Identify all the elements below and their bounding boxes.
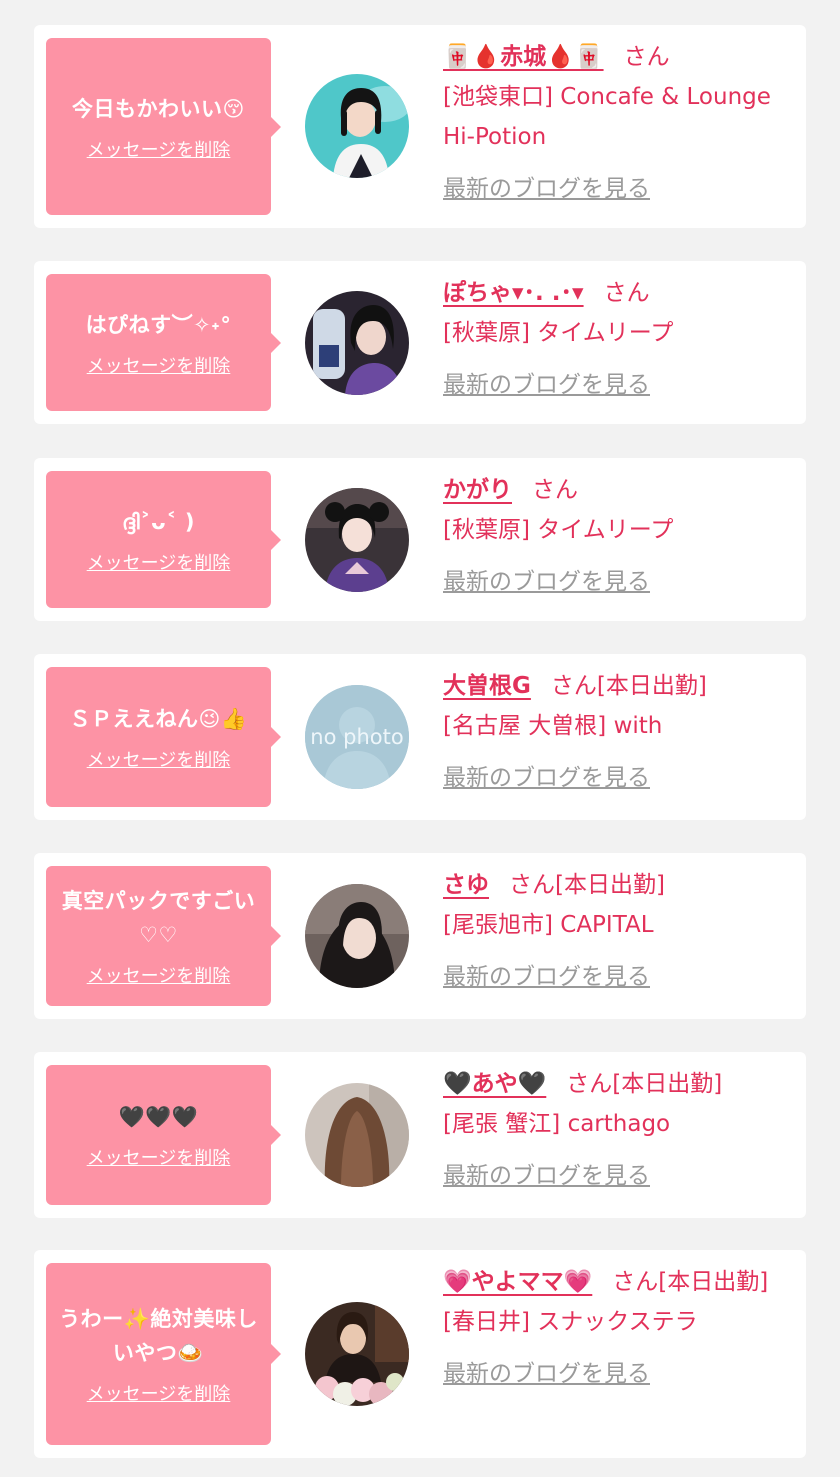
message-bubble: ദ്ദി˃ᴗ˂ ) メッセージを削除 [46,471,281,608]
message-card: うわー✨絶対美味しいやつ🍛 メッセージを削除 💗やよママ💗さん[本日出勤] [ [34,1250,806,1458]
girl-name-link[interactable]: 💗やよママ💗 [443,1269,592,1295]
latest-blog-link[interactable]: 最新のブログを見る [443,1354,650,1394]
status-label: [本日出勤] [658,1269,769,1295]
message-text: はぴねす︶✧˖° [85,312,232,337]
latest-blog-link[interactable]: 最新のブログを見る [443,1156,650,1196]
shop-name: [尾張 蟹江] carthago [443,1111,671,1137]
message-text: ＳＰええねん😉👍 [69,707,248,731]
message-text: 真空パックですごい♡♡ [61,889,256,947]
message-card: 🖤🖤🖤 メッセージを削除 🖤あや🖤 さん[本日出勤] [尾張 蟹江] cartha… [34,1052,806,1218]
shop-name: [秋葉原] タイムリープ [443,320,674,346]
avatar[interactable] [305,884,409,988]
status-label: [本日出勤] [612,1071,723,1097]
latest-blog-link[interactable]: 最新のブログを見る [443,957,650,997]
status-label: [本日出勤] [555,872,665,898]
name-line: さゆ さん[本日出勤] [443,865,793,905]
name-line: ぽちゃ▾･. .･▾ さん [443,273,793,313]
message-list: 今日もかわいい😚 メッセージを削除 🀄🩸赤城🩸🀄 さん [池袋東口] Concaf… [0,0,840,1477]
delete-message-link[interactable]: メッセージを削除 [87,549,231,575]
message-bubble: うわー✨絶対美味しいやつ🍛 メッセージを削除 [46,1263,281,1445]
shop-name: [春日井] スナックステラ [443,1309,698,1335]
message-card: ദ്ദി˃ᴗ˂ ) メッセージを削除 かがり さん [秋葉原] タイムリープ 最新… [34,458,806,621]
message-bubble: 🖤🖤🖤 メッセージを削除 [46,1065,281,1205]
avatar[interactable] [305,74,409,178]
shop-name: [尾張旭市] CAPITAL [443,912,654,938]
latest-blog-link[interactable]: 最新のブログを見る [443,562,650,602]
avatar[interactable] [305,488,409,592]
status-label: [本日出勤] [596,673,707,699]
girl-info: 💗やよママ💗 さん[本日出勤] [春日井] スナックステラ 最新のブログを見る [443,1262,793,1394]
message-text: 🖤🖤🖤 [118,1105,199,1129]
shop-name: [名古屋 大曽根] with [443,713,663,739]
name-line: 🖤あや🖤 さん[本日出勤] [443,1064,793,1104]
honorific: さん [603,280,650,306]
delete-message-link[interactable]: メッセージを削除 [87,746,231,772]
girl-name-link[interactable]: かがり [443,477,512,503]
honorific: さん [623,44,670,70]
girl-name-link[interactable]: ぽちゃ▾･. .･▾ [443,280,584,306]
message-card: ＳＰええねん😉👍 メッセージを削除 no photo 大曽根G さん[本日出勤] … [34,654,806,820]
avatar[interactable] [305,291,409,395]
girl-info: 🀄🩸赤城🩸🀄 さん [池袋東口] Concafe & Lounge Hi-Poti… [443,37,793,209]
message-bubble: はぴねす︶✧˖° メッセージを削除 [46,274,281,411]
message-card: 今日もかわいい😚 メッセージを削除 🀄🩸赤城🩸🀄 さん [池袋東口] Concaf… [34,25,806,228]
honorific: さん [532,477,578,503]
name-line: 大曽根G さん[本日出勤] [443,666,793,706]
message-bubble: 今日もかわいい😚 メッセージを削除 [46,38,281,215]
delete-message-link[interactable]: メッセージを削除 [87,352,231,378]
girl-name-link[interactable]: 🀄🩸赤城🩸🀄 [443,44,604,70]
name-line: かがり さん [443,470,793,510]
girl-info: 大曽根G さん[本日出勤] [名古屋 大曽根] with 最新のブログを見る [443,666,793,798]
message-bubble: ＳＰええねん😉👍 メッセージを削除 [46,667,281,807]
avatar-no-photo[interactable]: no photo [305,685,409,789]
message-text: 今日もかわいい😚 [72,96,245,121]
girl-info: さゆ さん[本日出勤] [尾張旭市] CAPITAL 最新のブログを見る [443,865,793,997]
delete-message-link[interactable]: メッセージを削除 [87,1380,231,1406]
message-card: 真空パックですごい♡♡ メッセージを削除 さゆ さん[本日出勤] [尾張旭市] C… [34,853,806,1019]
shop-name: [池袋東口] Concafe & Lounge Hi-Potion [443,84,771,150]
latest-blog-link[interactable]: 最新のブログを見る [443,365,650,405]
avatar[interactable] [305,1302,409,1406]
girl-info: かがり さん [秋葉原] タイムリープ 最新のブログを見る [443,470,793,602]
latest-blog-link[interactable]: 最新のブログを見る [443,169,650,209]
honorific: さん [509,872,555,898]
message-text: ദ്ദി˃ᴗ˂ ) [122,509,195,534]
name-line: 💗やよママ💗 さん[本日出勤] [443,1262,793,1302]
delete-message-link[interactable]: メッセージを削除 [87,136,231,162]
girl-name-link[interactable]: 大曽根G [443,673,531,699]
girl-name-link[interactable]: さゆ [443,872,489,898]
delete-message-link[interactable]: メッセージを削除 [87,962,231,988]
honorific: さん [566,1071,613,1097]
avatar[interactable] [305,1083,409,1187]
shop-name: [秋葉原] タイムリープ [443,517,674,543]
girl-info: 🖤あや🖤 さん[本日出勤] [尾張 蟹江] carthago 最新のブログを見る [443,1064,793,1196]
girl-name-link[interactable]: 🖤あや🖤 [443,1071,546,1097]
message-bubble: 真空パックですごい♡♡ メッセージを削除 [46,866,281,1006]
girl-info: ぽちゃ▾･. .･▾ さん [秋葉原] タイムリープ 最新のブログを見る [443,273,793,405]
delete-message-link[interactable]: メッセージを削除 [87,1144,231,1170]
message-card: はぴねす︶✧˖° メッセージを削除 ぽちゃ▾･. .･▾ さん [秋葉原] タイム… [34,261,806,424]
message-text: うわー✨絶対美味しいやつ🍛 [59,1307,258,1365]
honorific: さん [612,1269,659,1295]
name-line: 🀄🩸赤城🩸🀄 さん [443,37,793,77]
latest-blog-link[interactable]: 最新のブログを見る [443,758,650,798]
no-photo-label: no photo [310,725,404,749]
honorific: さん [550,673,597,699]
